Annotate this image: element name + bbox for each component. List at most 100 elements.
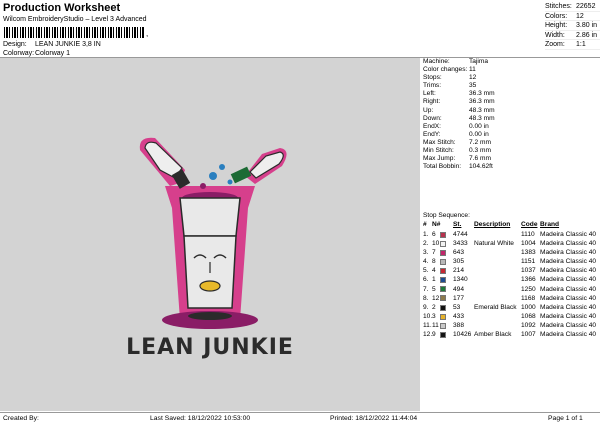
row-code: 1250 [521,285,536,293]
row-needle: 10 [432,240,440,248]
row-brand: Madeira Classic 40 [540,240,597,248]
row-thread: 305 [453,258,465,266]
row-needle: 11 [432,321,439,329]
colorway-row: Colorway:Colorway 1 [3,50,70,57]
page-number: Page 1 of 1 [548,415,583,422]
stat-height: Height: 3.80 in [545,21,600,31]
row-brand: Madeira Classic 40 [540,276,597,284]
row-code: 1383 [521,249,536,257]
design-caption: LEAN JUNKIE [126,335,294,360]
footer: Created By: Last Saved: 18/12/2022 10:53… [0,412,600,424]
info-row: Left: 36.3 mm [423,90,495,98]
sequence-row: 6. 1 1340 1366 Madeira Classic 40 [421,275,600,284]
row-thread: 10426 [453,331,472,339]
header-code: Code [521,221,538,228]
row-code: 1068 [521,312,536,320]
color-swatch [440,313,446,320]
row-brand: Madeira Classic 40 [540,331,597,339]
design-row: Design: LEAN JUNKIE 3,8 IN [3,41,101,48]
row-brand: Madeira Classic 40 [540,321,597,329]
design-value: LEAN JUNKIE 3,8 IN [35,41,101,48]
info-row: Max Jump: 7.6 mm [423,155,491,163]
sequence-row: 12. 9 10426 Amber Black 1007 Madeira Classic … [421,330,600,339]
software-subtitle: Wilcom EmbroideryStudio – Level 3 Advanc… [3,16,147,23]
row-code: 1004 [521,240,536,248]
info-row: EndX: 0.00 in [423,122,489,130]
cup-base [188,312,232,320]
machine-info: Machine: Tajima Color changes: 11 Stops: 12… [421,58,600,171]
row-brand: Madeira Classic 40 [540,231,597,238]
row-needle: 8 [432,258,436,266]
info-row: Machine: Tajima [423,58,489,65]
row-thread: 643 [453,249,465,257]
row-thread: 53 [453,303,461,311]
embroidery-artwork: LEAN JUNKIE [126,137,294,360]
color-swatch [440,240,446,247]
header-number: # [423,221,427,228]
sequence-row: 8. 12 177 1168 Madeira Classic 40 [421,294,600,303]
color-swatch [440,331,446,338]
info-row: Up: 48.3 mm [423,106,495,114]
sequence-row: 3. 7 643 1383 Madeira Classic 40 [421,248,600,257]
page-title: Production Worksheet [3,2,121,14]
stat-colors: Colors: 12 [545,12,600,21]
row-description: Emerald Black [474,303,517,311]
info-row: Trims: 35 [423,82,477,90]
sequence-row: 5. 4 214 1037 Madeira Classic 40 [421,266,600,275]
last-saved: Last Saved: 18/12/2022 10:53:00 [150,415,251,422]
colorway-value: Colorway 1 [35,50,71,57]
color-swatch [440,259,446,266]
row-number: 10. [423,312,433,320]
stat-stitches: Stitches: 22652 [545,2,600,12]
row-brand: Madeira Classic 40 [540,312,597,320]
row-needle: 3 [432,312,436,320]
sequence-row: 11. 11 388 1092 Madeira Classic 40 [421,321,600,330]
row-brand: Madeira Classic 40 [540,267,597,275]
right-bottle [230,166,252,184]
row-number: 5. [423,267,429,275]
sequence-row: 2. 10 3433 Natural White 1004 Madeira Classic… [421,239,600,248]
row-thread: 1340 [453,276,468,284]
printed-date: Printed: 18/12/2022 11:44:04 [330,415,418,422]
row-number: 12. [423,331,433,339]
sequence-row: 1. 6 4744 1110 Madeira Classic 40 [421,230,600,239]
row-code: 1092 [521,321,536,329]
row-number: 3. [423,249,429,257]
row-number: 11. [423,321,432,329]
info-row: Right: 36.3 mm [423,98,495,106]
bubble [200,183,206,189]
row-needle: 5 [432,285,436,293]
stat-zoom: Zoom: 1:1 [545,40,600,50]
info-row: Stops: 12 [423,74,477,82]
stats-panel: Stitches: 22652 Colors: 12 Height: 3.80 in … [545,2,600,50]
color-swatch [440,295,446,302]
row-code: 1110 [521,231,535,238]
row-needle: 7 [432,249,436,257]
color-swatch [440,277,446,284]
row-code: 1168 [521,294,536,302]
color-swatch [440,268,446,275]
header-stitch: St. [453,221,462,228]
info-row: Down: 48.3 mm [423,114,495,122]
row-thread: 3433 [453,240,468,248]
row-description: Natural White [474,240,514,248]
row-thread: 433 [453,312,465,320]
row-number: 1. [423,231,429,238]
sequence-row: 4. 8 305 1151 Madeira Classic 40 [421,257,600,266]
bubble [209,172,217,180]
bubble [227,179,233,185]
row-code: 1037 [521,267,536,275]
colorway-label: Colorway: [3,50,35,57]
row-needle: 6 [432,231,436,238]
info-row: Max Stitch: 7.2 mm [423,138,491,146]
created-by: Created By: [3,415,39,422]
row-description: Amber Black [474,331,512,339]
row-number: 7. [423,285,429,293]
row-thread: 177 [453,294,465,302]
row-brand: Madeira Classic 40 [540,294,597,302]
row-thread: 388 [453,321,465,329]
color-swatch [440,304,446,311]
header-description: Description [474,221,511,228]
row-needle: 2 [432,303,436,311]
row-code: 1151 [521,258,536,266]
